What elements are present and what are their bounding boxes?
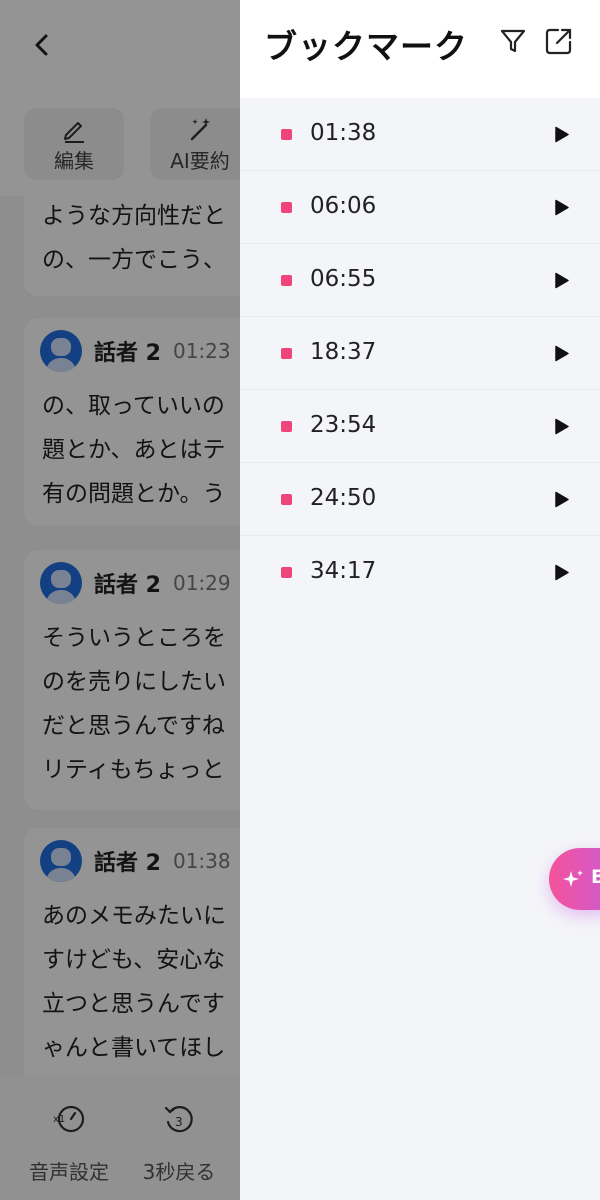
bookmark-time: 06:06 bbox=[310, 193, 377, 219]
bookmark-marker bbox=[281, 202, 292, 213]
play-icon[interactable] bbox=[554, 126, 570, 143]
bookmark-item[interactable]: 18:37 bbox=[240, 317, 600, 390]
bookmark-drawer: ブックマーク 01:38 06:06 06:55 18:37 23:54 24:… bbox=[240, 0, 600, 1200]
sparkle-icon bbox=[563, 870, 583, 887]
bookmark-time: 23:54 bbox=[310, 412, 377, 438]
bookmark-item[interactable]: 06:06 bbox=[240, 171, 600, 244]
bookmark-time: 34:17 bbox=[310, 558, 377, 584]
drawer-title: ブックマーク bbox=[264, 27, 468, 66]
bookmark-time: 18:37 bbox=[310, 339, 377, 365]
bookmark-list: 01:38 06:06 06:55 18:37 23:54 24:50 34:1… bbox=[240, 98, 600, 609]
play-icon[interactable] bbox=[554, 564, 570, 581]
bookmark-marker bbox=[281, 494, 292, 505]
play-icon[interactable] bbox=[554, 345, 570, 362]
bookmark-marker bbox=[281, 421, 292, 432]
bookmark-marker bbox=[281, 348, 292, 359]
bookmark-marker bbox=[281, 567, 292, 578]
bookmark-marker bbox=[281, 275, 292, 286]
bookmark-time: 01:38 bbox=[310, 120, 377, 146]
play-icon[interactable] bbox=[554, 418, 570, 435]
bookmark-marker bbox=[281, 129, 292, 140]
drawer-header: ブックマーク bbox=[240, 0, 600, 98]
bookmark-item[interactable]: 01:38 bbox=[240, 98, 600, 171]
play-icon[interactable] bbox=[554, 491, 570, 508]
ai-floating-button[interactable]: B bbox=[549, 848, 600, 910]
filter-icon[interactable] bbox=[498, 26, 528, 56]
bookmark-item[interactable]: 06:55 bbox=[240, 244, 600, 317]
bookmark-item[interactable]: 23:54 bbox=[240, 390, 600, 463]
ai-floating-button-label: B bbox=[591, 866, 600, 888]
bookmark-time: 06:55 bbox=[310, 266, 377, 292]
bookmark-item[interactable]: 24:50 bbox=[240, 463, 600, 536]
bookmark-time: 24:50 bbox=[310, 485, 377, 511]
play-icon[interactable] bbox=[554, 272, 570, 289]
bookmark-item[interactable]: 34:17 bbox=[240, 536, 600, 609]
play-icon[interactable] bbox=[554, 199, 570, 216]
export-icon[interactable] bbox=[544, 26, 574, 56]
